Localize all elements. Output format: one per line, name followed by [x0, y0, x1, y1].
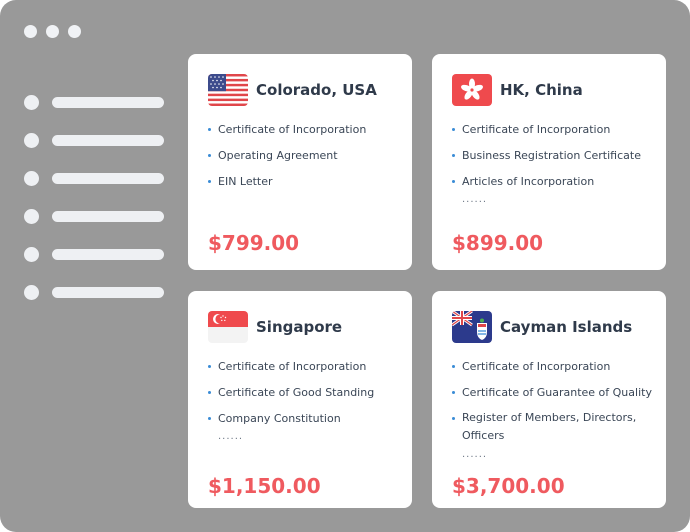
list-item-text: Company Constitution	[218, 412, 341, 425]
window-dot-3[interactable]	[68, 25, 81, 38]
sidebar-item-icon	[24, 133, 39, 148]
sidebar-item-6[interactable]	[24, 285, 164, 301]
app-window: Colorado, USA Certificate of Incorporati…	[0, 0, 690, 532]
bullet-icon	[208, 128, 211, 131]
list-item-text: Certificate of Guarantee of Quality	[462, 386, 652, 399]
bullet-icon	[208, 180, 211, 183]
singapore-flag-icon	[208, 311, 248, 343]
card-header: Singapore	[208, 311, 342, 343]
card-header: Colorado, USA	[208, 74, 377, 106]
card-title: Cayman Islands	[500, 318, 633, 336]
card-title: Singapore	[256, 318, 343, 336]
hong-kong-flag-icon	[452, 74, 492, 106]
window-dot-2[interactable]	[46, 25, 59, 38]
price: $899.00	[452, 231, 544, 255]
sidebar-item-5[interactable]	[24, 247, 164, 263]
more-indicator: ......	[462, 194, 488, 205]
price: $3,700.00	[452, 474, 565, 498]
list-item-text: Operating Agreement	[218, 149, 338, 162]
sidebar-item-icon	[24, 95, 39, 110]
sidebar-item-1[interactable]	[24, 95, 164, 111]
more-indicator: ......	[218, 431, 244, 442]
card-header: Cayman Islands	[452, 311, 632, 343]
list-item-text: Register of Members, Directors, Officers	[462, 411, 637, 442]
list-item-text: Certificate of Incorporation	[218, 360, 367, 373]
sidebar-item-2[interactable]	[24, 133, 164, 149]
package-card-hk[interactable]: HK, China Certificate of Incorporation B…	[432, 54, 666, 270]
card-title: Colorado, USA	[256, 81, 377, 99]
list-item-text: Certificate of Incorporation	[218, 123, 367, 136]
sidebar-item-icon	[24, 171, 39, 186]
sidebar-item-placeholder	[52, 287, 164, 298]
bullet-icon	[208, 391, 211, 394]
list-item-text: Certificate of Good Standing	[218, 386, 375, 399]
bullet-icon	[452, 365, 455, 368]
sidebar-item-placeholder	[52, 249, 164, 260]
package-card-singapore[interactable]: Singapore Certificate of Incorporation C…	[188, 291, 412, 508]
bullet-icon	[452, 128, 455, 131]
sidebar-item-icon	[24, 285, 39, 300]
list-item-text: Business Registration Certificate	[462, 149, 641, 162]
package-card-colorado[interactable]: Colorado, USA Certificate of Incorporati…	[188, 54, 412, 270]
sidebar-item-placeholder	[52, 97, 164, 108]
cayman-islands-flag-icon	[452, 311, 492, 343]
card-title: HK, China	[500, 81, 583, 99]
bullet-icon	[208, 154, 211, 157]
price: $799.00	[208, 231, 300, 255]
price: $1,150.00	[208, 474, 321, 498]
bullet-icon	[208, 365, 211, 368]
bullet-icon	[452, 154, 455, 157]
sidebar-item-icon	[24, 209, 39, 224]
list-item-text: Articles of Incorporation	[462, 175, 595, 188]
sidebar-item-3[interactable]	[24, 171, 164, 187]
list-item-text: Certificate of Incorporation	[462, 123, 611, 136]
bullet-icon	[452, 180, 455, 183]
sidebar-item-placeholder	[52, 135, 164, 146]
sidebar-item-placeholder	[52, 211, 164, 222]
sidebar-item-placeholder	[52, 173, 164, 184]
list-item-text: Certificate of Incorporation	[462, 360, 611, 373]
sidebar-item-icon	[24, 247, 39, 262]
sidebar-item-4[interactable]	[24, 209, 164, 225]
window-dot-1[interactable]	[24, 25, 37, 38]
package-card-cayman[interactable]: Cayman Islands Certificate of Incorporat…	[432, 291, 666, 508]
list-item-text: EIN Letter	[218, 175, 273, 188]
us-flag-icon	[208, 74, 248, 106]
card-header: HK, China	[452, 74, 583, 106]
bullet-icon	[208, 417, 211, 420]
more-indicator: ......	[462, 449, 488, 460]
window-controls	[24, 25, 81, 38]
bullet-icon	[452, 417, 455, 420]
bullet-icon	[452, 391, 455, 394]
